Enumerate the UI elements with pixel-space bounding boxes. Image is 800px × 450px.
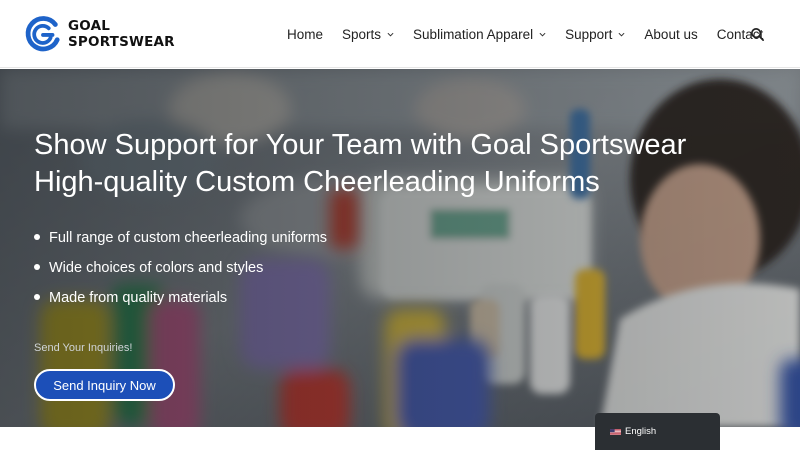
nav-sports[interactable]: Sports (342, 27, 394, 42)
main-nav: Home Sports Sublimation Apparel Support … (287, 0, 782, 68)
hero-banner: Show Support for Your Team with Goal Spo… (0, 69, 800, 427)
nav-sports-label: Sports (342, 26, 382, 42)
feature-item: Wide choices of colors and styles (34, 253, 327, 283)
chevron-down-icon (539, 32, 546, 37)
site-header: GOAL SPORTSWEAR Home Sports Sublimation … (0, 0, 800, 68)
inquiry-note: Send Your Inquiries! (34, 342, 133, 354)
nav-support[interactable]: Support (565, 27, 625, 42)
hero-title-line-1: Show Support for Your Team with Goal Spo… (34, 129, 687, 161)
brand-line-2: SPORTSWEAR (68, 34, 175, 50)
language-label: English (625, 426, 657, 437)
nav-home-label: Home (287, 26, 324, 42)
chevron-down-icon (618, 32, 625, 37)
feature-list: Full range of custom cheerleading unifor… (34, 223, 327, 313)
nav-sublimation-apparel[interactable]: Sublimation Apparel (413, 27, 546, 42)
brand-logo[interactable]: GOAL SPORTSWEAR (24, 15, 175, 53)
chevron-down-icon (387, 32, 394, 37)
nav-about-us[interactable]: About us (644, 27, 697, 42)
send-inquiry-button[interactable]: Send Inquiry Now (34, 369, 175, 401)
hero-title: Show Support for Your Team with Goal Spo… (34, 127, 774, 201)
nav-home[interactable]: Home (287, 27, 323, 42)
nav-support-label: Support (565, 26, 613, 42)
hero-title-line-2: High-quality Custom Cheerleading Uniform… (34, 166, 600, 198)
brand-name: GOAL SPORTSWEAR (68, 18, 175, 50)
us-flag-icon (610, 428, 621, 435)
nav-sublimation-apparel-label: Sublimation Apparel (413, 26, 534, 42)
feature-item: Full range of custom cheerleading unifor… (34, 223, 327, 253)
feature-item: Made from quality materials (34, 283, 327, 313)
goal-g-logo-icon (25, 16, 60, 52)
nav-about-us-label: About us (644, 26, 698, 42)
brand-line-1: GOAL (68, 18, 111, 34)
search-icon[interactable] (750, 27, 765, 42)
language-switcher[interactable]: English (595, 413, 720, 450)
